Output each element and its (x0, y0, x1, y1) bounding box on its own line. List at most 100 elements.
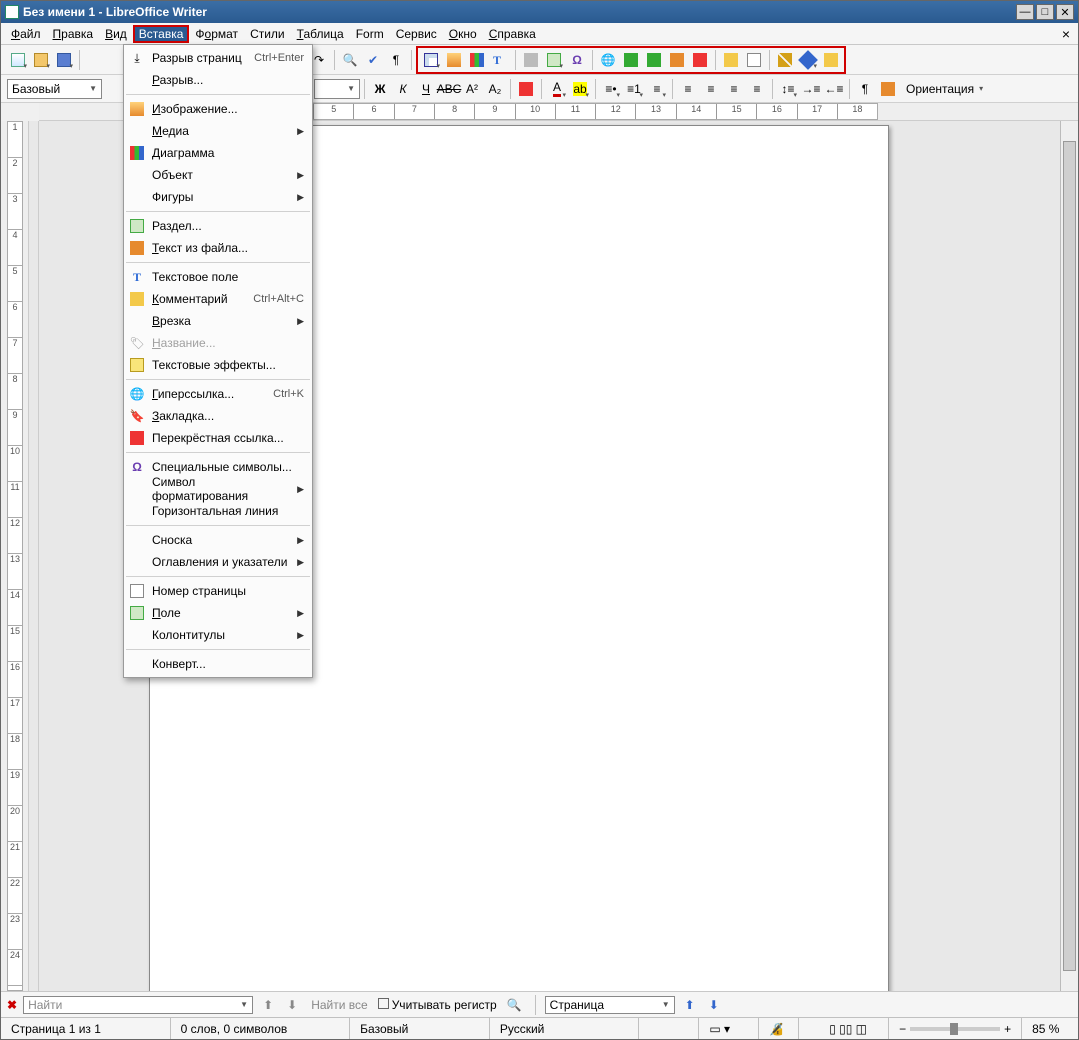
draw-line-button[interactable] (774, 49, 796, 71)
menu-section[interactable]: Раздел... (124, 215, 312, 237)
maximize-button[interactable]: □ (1036, 4, 1054, 20)
basic-shapes-button[interactable] (797, 49, 819, 71)
font-size-combo[interactable]: ▼ (314, 79, 360, 99)
menu-bookmark[interactable]: 🔖Закладка... (124, 405, 312, 427)
status-style[interactable]: Базовый (350, 1018, 490, 1039)
close-doc-button[interactable]: × (1058, 26, 1074, 42)
decrease-indent-button[interactable]: ←≡ (823, 78, 845, 100)
clear-formatting-button[interactable] (515, 78, 537, 100)
insert-bookmark-button[interactable] (666, 49, 688, 71)
menu-styles[interactable]: Стили (244, 25, 291, 43)
menu-page-number[interactable]: Номер страницы (124, 580, 312, 602)
paragraph-style-combo[interactable]: Базовый▼ (7, 79, 102, 99)
insert-pagebreak-button[interactable] (520, 49, 542, 71)
menu-formatting-mark[interactable]: Символ форматирования▶ (124, 478, 312, 500)
menu-envelope[interactable]: Конверт... (124, 653, 312, 675)
menu-toc[interactable]: Оглавления и указатели▶ (124, 551, 312, 573)
track-changes-button[interactable] (743, 49, 765, 71)
page-settings-button[interactable] (877, 78, 899, 100)
underline-button[interactable]: Ч (415, 78, 437, 100)
menu-header-footer[interactable]: Колонтитулы▶ (124, 624, 312, 646)
insert-field-button[interactable] (543, 49, 565, 71)
insert-crossref-button[interactable] (689, 49, 711, 71)
menu-textbox[interactable]: TТекстовое поле (124, 266, 312, 288)
new-button[interactable] (7, 49, 29, 71)
nav-prev-button[interactable]: ⬆ (681, 998, 699, 1012)
superscript-button[interactable]: A² (461, 78, 483, 100)
menu-object[interactable]: Объект▶ (124, 164, 312, 186)
menu-media[interactable]: Медиа▶ (124, 120, 312, 142)
insert-comment-button[interactable] (720, 49, 742, 71)
align-left-button[interactable]: ≡ (677, 78, 699, 100)
menu-frame[interactable]: Врезка▶ (124, 310, 312, 332)
align-center-button[interactable]: ≡ (700, 78, 722, 100)
vertical-scrollbar[interactable] (1060, 121, 1078, 991)
orientation-dropdown-icon[interactable]: ▾ (979, 84, 983, 93)
status-page[interactable]: Страница 1 из 1 (1, 1018, 171, 1039)
find-prev-button[interactable]: ⬆ (259, 998, 277, 1012)
menu-more-breaks[interactable]: Разрыв... (124, 69, 312, 91)
find-options-button[interactable]: 🔍 (503, 998, 526, 1012)
status-signature[interactable]: 🔏 (759, 1018, 799, 1039)
nav-next-button[interactable]: ⬇ (705, 998, 723, 1012)
bold-button[interactable]: Ж (369, 78, 391, 100)
menu-text-from-file[interactable]: Текст из файла... (124, 237, 312, 259)
scrollbar-thumb[interactable] (1063, 141, 1076, 971)
navigate-by-select[interactable]: Страница▼ (545, 996, 675, 1014)
bullet-list-button[interactable]: ≡• (600, 78, 622, 100)
highlight-button[interactable]: ab (569, 78, 591, 100)
menu-horizontal-line[interactable]: Горизонтальная линия (124, 500, 312, 522)
menu-crossref[interactable]: Перекрёстная ссылка... (124, 427, 312, 449)
status-language[interactable]: Русский (490, 1018, 640, 1039)
menu-table[interactable]: Таблица (291, 25, 350, 43)
menu-view[interactable]: Вид (99, 25, 133, 43)
spellcheck-button[interactable]: ✔ (362, 49, 384, 71)
match-case-checkbox[interactable]: Учитывать регистр (378, 998, 497, 1012)
insert-textbox-button[interactable]: T (489, 49, 511, 71)
menu-fontwork[interactable]: Текстовые эффекты... (124, 354, 312, 376)
increase-indent-button[interactable]: →≡ (800, 78, 822, 100)
align-justify-button[interactable]: ≡ (746, 78, 768, 100)
zoom-slider[interactable]: −+ (889, 1018, 1022, 1039)
menu-comment[interactable]: КомментарийCtrl+Alt+C (124, 288, 312, 310)
find-all-button[interactable]: Найти все (307, 998, 372, 1012)
font-color-button[interactable]: A (546, 78, 568, 100)
status-zoom[interactable]: 85 % (1022, 1018, 1078, 1039)
insert-footnote-button[interactable] (620, 49, 642, 71)
formatting-marks-button[interactable]: ¶ (385, 49, 407, 71)
outline-button[interactable]: ≡ (646, 78, 668, 100)
menu-shapes[interactable]: Фигуры▶ (124, 186, 312, 208)
insert-special-button[interactable]: Ω (566, 49, 588, 71)
strike-button[interactable]: ABC (438, 78, 460, 100)
show-draw-button[interactable] (820, 49, 842, 71)
italic-button[interactable]: К (392, 78, 414, 100)
open-button[interactable] (30, 49, 52, 71)
status-insert-mode[interactable] (639, 1018, 699, 1039)
menu-tools[interactable]: Сервис (390, 25, 443, 43)
insert-chart-button[interactable] (466, 49, 488, 71)
insert-image-button[interactable] (443, 49, 465, 71)
menu-file[interactable]: ФФайлайл (5, 25, 47, 43)
menu-help[interactable]: Справка (483, 25, 542, 43)
menu-format[interactable]: Формат (189, 25, 244, 43)
insert-hyperlink-button[interactable]: 🌐 (597, 49, 619, 71)
menu-hyperlink[interactable]: 🌐Гиперссылка...Ctrl+K (124, 383, 312, 405)
menu-insert[interactable]: Вставка (133, 25, 190, 43)
subscript-button[interactable]: A₂ (484, 78, 506, 100)
menu-footnote[interactable]: Сноска▶ (124, 529, 312, 551)
find-button[interactable]: 🔍 (339, 49, 361, 71)
find-input[interactable]: Найти▼ (23, 996, 253, 1014)
vertical-ruler[interactable]: 123456789101112131415161718192021222324 (1, 121, 29, 991)
save-button[interactable] (53, 49, 75, 71)
close-findbar-button[interactable]: ✖ (7, 998, 17, 1012)
paragraph-settings-button[interactable]: ¶ (854, 78, 876, 100)
status-selection-mode[interactable]: ▭ ▾ (699, 1018, 759, 1039)
menu-form[interactable]: Form (350, 25, 390, 43)
menu-window[interactable]: Окно (443, 25, 483, 43)
menu-edit[interactable]: Правка (47, 25, 100, 43)
menu-field[interactable]: Поле▶ (124, 602, 312, 624)
number-list-button[interactable]: ≡1 (623, 78, 645, 100)
orientation-label[interactable]: Ориентация (906, 82, 974, 96)
insert-table-button[interactable] (420, 49, 442, 71)
close-button[interactable]: ✕ (1056, 4, 1074, 20)
